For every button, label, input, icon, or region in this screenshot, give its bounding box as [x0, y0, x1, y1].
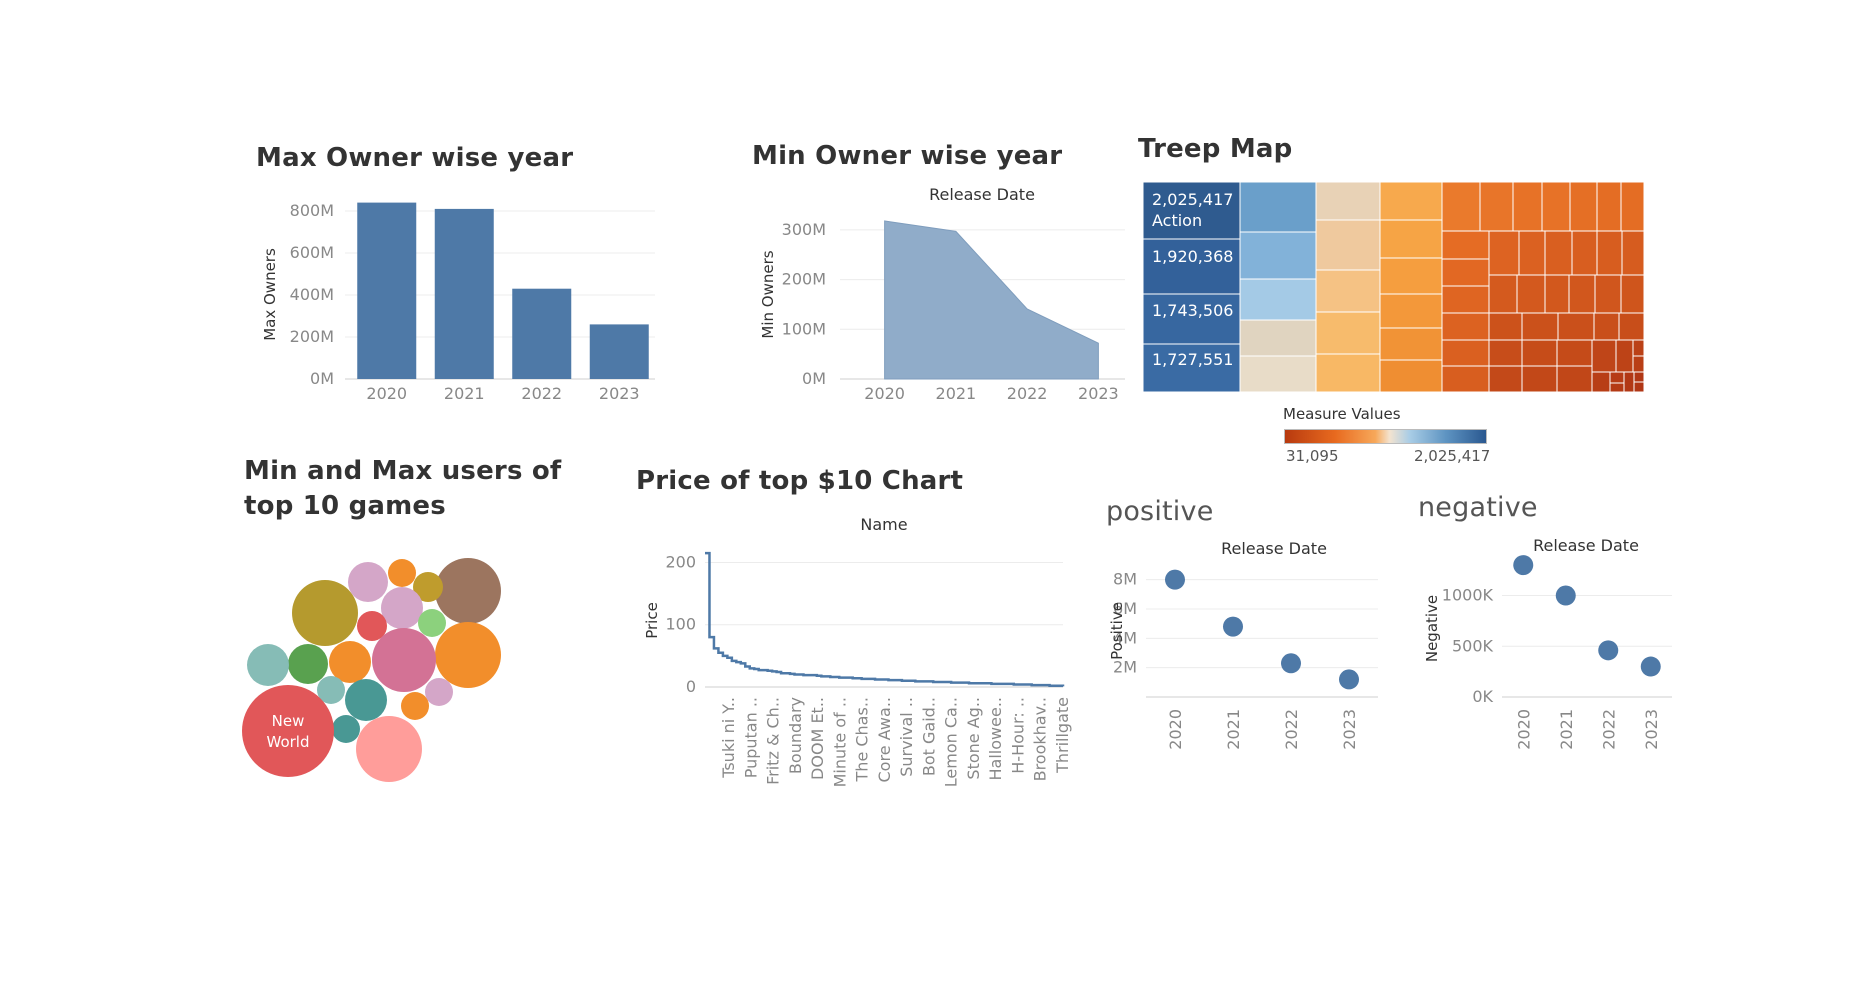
x-tick-label: 2020 — [1514, 709, 1533, 750]
scatter-point — [1598, 640, 1619, 661]
scatter-point — [1555, 585, 1576, 606]
y-axis-label: Negative — [1423, 595, 1441, 662]
column-header: Release Date — [1533, 536, 1639, 555]
x-tick-label: 2021 — [1557, 709, 1576, 750]
y-tick-label: 1000K — [1442, 586, 1494, 605]
y-tick-label: 500K — [1452, 636, 1494, 655]
y-tick-label: 0K — [1472, 687, 1493, 706]
negative-scatter-chart: Release Date 0K 500K 1000K 2020 2021 2022 2023 N… — [1423, 536, 1672, 750]
scatter-point — [1640, 656, 1661, 677]
scatter-point — [1513, 555, 1534, 576]
x-tick-label: 2023 — [1642, 709, 1661, 750]
x-tick-label: 2022 — [1599, 709, 1618, 750]
